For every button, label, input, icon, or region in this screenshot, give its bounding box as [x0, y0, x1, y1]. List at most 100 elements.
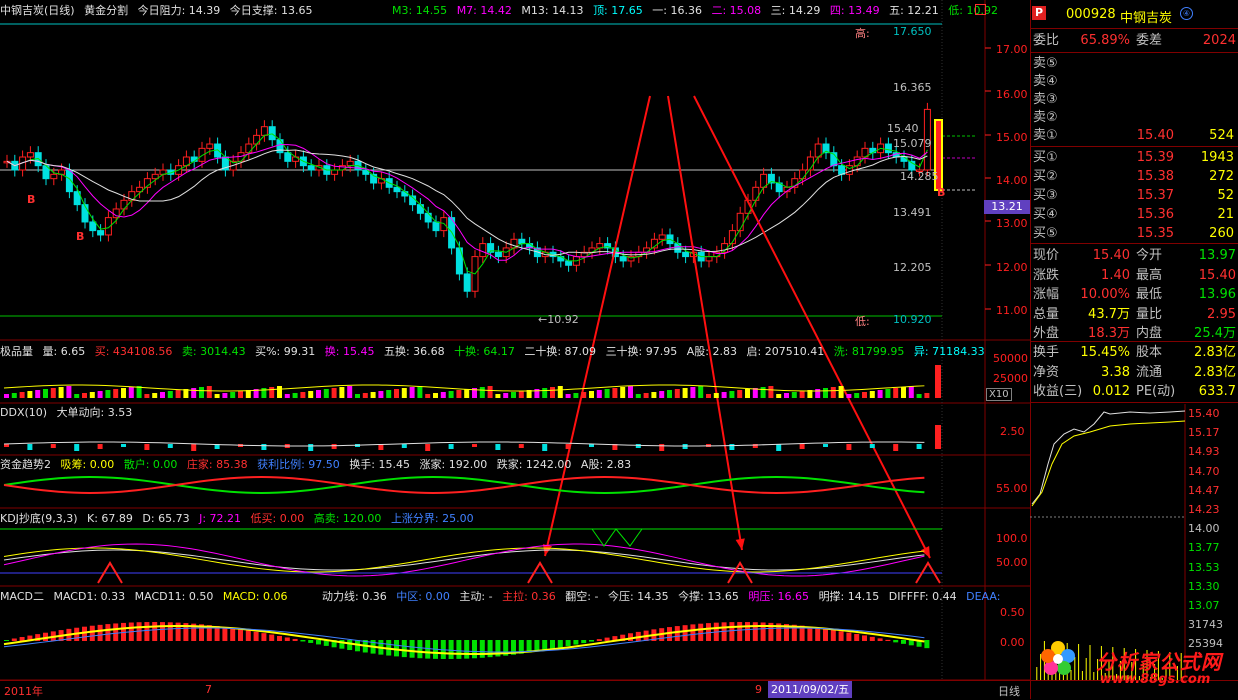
macd-bar: [308, 640, 314, 643]
volume-bar: [612, 388, 618, 398]
bid-level: 买⑤: [1033, 226, 1058, 241]
bid-level: 买③: [1033, 188, 1058, 203]
bid-row[interactable]: 买④ 15.36 21: [1030, 206, 1238, 224]
macd-bar: [589, 640, 594, 642]
macd-bar: [534, 640, 540, 652]
candle-body: [307, 165, 315, 171]
stat-label: 涨跌: [1033, 267, 1060, 283]
bid-row[interactable]: 买⑤ 15.35 260: [1030, 225, 1238, 243]
macd-bar: [838, 631, 844, 641]
candle-body: [853, 156, 861, 167]
stat-row: 涨跌 1.40 最高 15.40: [1030, 266, 1238, 285]
volume-bar: [760, 387, 766, 398]
vol-q: 量: 6.65: [42, 345, 86, 358]
annotation-arrow: [544, 95, 651, 557]
macd-bar: [674, 626, 680, 641]
bid-price: 15.39: [1136, 150, 1174, 165]
bid-volume: 272: [1209, 169, 1234, 184]
candle-body: [416, 204, 424, 214]
macd-bar: [269, 634, 275, 641]
macd-dongli: 动力线: 0.36: [322, 590, 387, 603]
candle-body: [752, 186, 760, 201]
volume-bar: [214, 394, 220, 398]
volume-bar: [378, 391, 384, 398]
macd-axis-top: 0.50: [1000, 606, 1025, 619]
macd-bar: [752, 622, 758, 641]
bid-row[interactable]: 买② 15.38 272: [1030, 168, 1238, 186]
macd-bar: [682, 625, 688, 641]
ask-row[interactable]: 卖⑤: [1030, 55, 1238, 73]
macd-mingcheng: 明撑: 14.15: [818, 590, 880, 603]
price-tick: 17.00: [996, 43, 1028, 56]
vol-axis-top: 50000: [993, 352, 1028, 365]
candle-body: [97, 230, 105, 236]
volume-bar: [206, 386, 212, 398]
ddx-bar: [823, 444, 828, 447]
price-tick: 13.00: [996, 217, 1028, 230]
intraday-tick: 13.07: [1188, 599, 1220, 612]
volume-bar: [448, 391, 454, 398]
info-icon[interactable]: ④: [1180, 7, 1193, 20]
volume-bar: [651, 392, 657, 398]
support-value: 今日支撑: 13.65: [229, 4, 313, 17]
volume-bar: [823, 388, 828, 398]
volume-bar: [401, 388, 407, 398]
buy-signal-b: B: [76, 230, 85, 243]
ddx-bar: [121, 444, 126, 447]
ask-row[interactable]: 卖④: [1030, 73, 1238, 91]
volume-bar: [433, 393, 438, 398]
kdj-name: KDJ抄底(9,3,3): [0, 512, 78, 525]
volume-bar: [50, 388, 56, 398]
ddx-bar: [27, 444, 33, 450]
stat-value: 2.83亿: [1194, 364, 1236, 380]
macd-deaa: DEAA:: [966, 590, 1001, 603]
p-badge-icon[interactable]: P: [1032, 6, 1046, 20]
bid-row[interactable]: 买① 15.39 1943: [1030, 149, 1238, 167]
vol-sanshi: 三十换: 97.95: [605, 345, 678, 358]
time-axis: 2011年 7 9 2011/09/02/五: [0, 680, 1030, 700]
ddx-bar: [308, 444, 314, 451]
stat-value: 43.7万: [1088, 306, 1130, 322]
bid-volume: 21: [1217, 207, 1234, 222]
volume-bar: [308, 391, 314, 398]
stat-value: 15.45%: [1080, 345, 1130, 360]
macd-bar: [152, 622, 158, 641]
volume-bar: [230, 392, 236, 398]
volume-bar: [838, 386, 844, 398]
stat-value: 2.83亿: [1194, 345, 1236, 360]
one-value: 一: 16.36: [652, 4, 702, 17]
window-toggle-icon[interactable]: [975, 4, 986, 15]
kdj-dimai: 低买: 0.00: [250, 512, 305, 525]
bid-price: 15.35: [1136, 226, 1174, 241]
volume-bar: [97, 391, 103, 398]
volume-bar: [635, 394, 641, 398]
macd-bar: [877, 638, 883, 641]
volume-bar: [394, 389, 399, 398]
candle-body: [884, 143, 892, 154]
fib-14-label: 14.285: [900, 170, 939, 183]
ddx-bar: [799, 444, 805, 449]
bid-level: 买②: [1033, 169, 1058, 184]
volume-bar: [105, 390, 111, 398]
volume-bar: [464, 389, 470, 398]
candle-body: [284, 152, 292, 162]
intraday-tick: 14.00: [1188, 522, 1220, 536]
ask-price: 15.40: [1136, 128, 1174, 143]
bid-row[interactable]: 买③ 15.37 52: [1030, 187, 1238, 205]
fib-15-label: 15.079: [893, 137, 932, 150]
ddx-bar: [869, 444, 875, 448]
volume-bar: [768, 386, 774, 398]
candle-body: [565, 260, 573, 266]
stat-label: PE(动): [1136, 384, 1176, 399]
volume-bar: [674, 389, 680, 398]
ask-row[interactable]: 卖③: [1030, 91, 1238, 109]
price-tick: 14.00: [996, 174, 1028, 187]
m13-value: M13: 14.13: [521, 4, 584, 17]
volume-bar: [27, 391, 33, 398]
ask-row[interactable]: 卖②: [1030, 109, 1238, 127]
volume-bar: [589, 391, 594, 398]
ask-row[interactable]: 卖① 15.40 524: [1030, 127, 1238, 145]
ddx-bar: [50, 444, 56, 448]
volume-bar: [511, 392, 516, 398]
stock-code: 000928: [1066, 7, 1116, 22]
